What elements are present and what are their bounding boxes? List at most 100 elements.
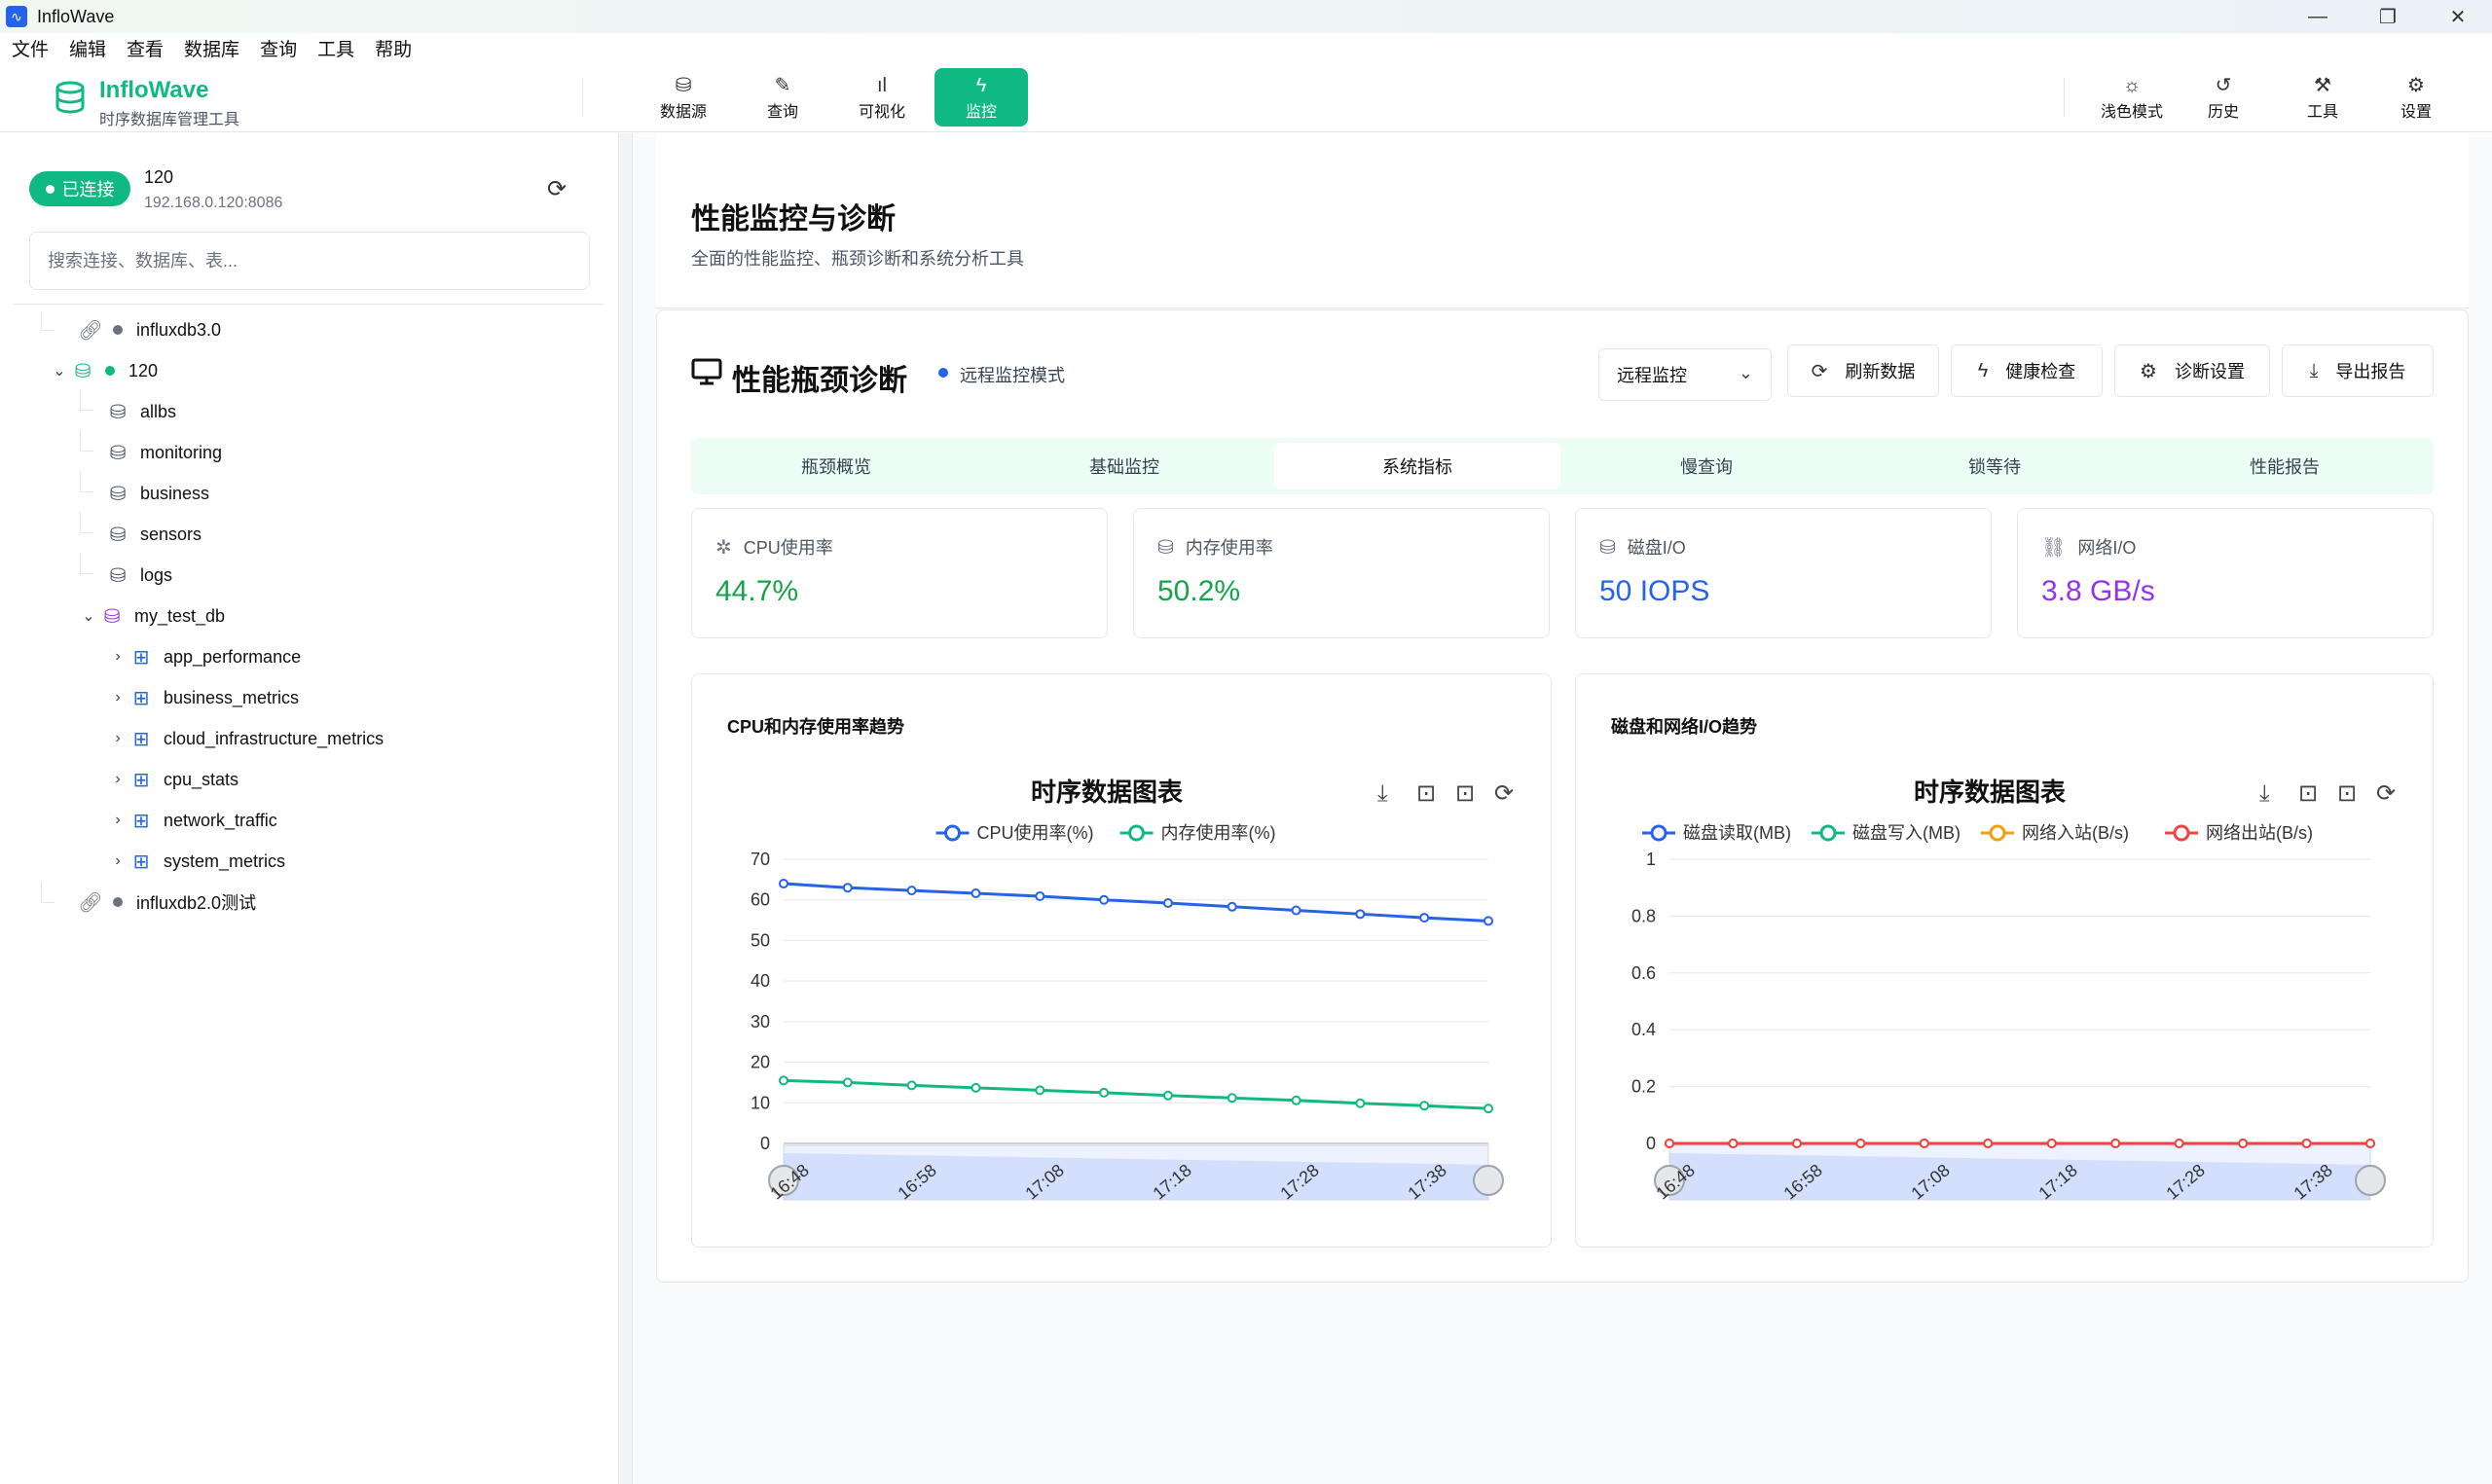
- data-point: [842, 1077, 853, 1088]
- menu-database[interactable]: 数据库: [184, 35, 239, 61]
- tree-label: allbs: [140, 401, 177, 421]
- nav-monitoring[interactable]: ϟ 监控: [934, 68, 1028, 127]
- tree-database[interactable]: ⛁ sensors: [105, 516, 202, 553]
- nav-datasource[interactable]: ⛁ 数据源: [637, 68, 730, 127]
- y-tick-label: 0.8: [1631, 906, 1656, 925]
- chart-title: 时序数据图表: [1914, 778, 2067, 807]
- title-bar: ∿ InfloWave — ❐ ✕: [0, 0, 2492, 33]
- menu-tools[interactable]: 工具: [317, 35, 354, 61]
- data-point: [1484, 1104, 1493, 1114]
- chevron-down-icon[interactable]: ⌄: [78, 606, 99, 626]
- menu-view[interactable]: 查看: [127, 35, 164, 61]
- data-point: [1291, 1095, 1301, 1105]
- tree-database-expanded[interactable]: ⌄ ⛁ my_test_db: [78, 597, 225, 634]
- app-header: InfloWave 时序数据库管理工具 ⛁ 数据源 ✎ 查询 ıl 可视化 ϟ …: [0, 62, 2492, 132]
- tree-database[interactable]: ⛁ logs: [105, 557, 172, 594]
- gear-icon: ⚙: [2407, 75, 2425, 96]
- tree-guide: [41, 882, 55, 903]
- history-button[interactable]: ↺ 历史: [2177, 68, 2270, 127]
- tab-slow-queries[interactable]: 慢查询: [1563, 443, 1850, 489]
- tree-table[interactable]: › ⊞ cpu_stats: [107, 761, 238, 798]
- refresh-data-button[interactable]: ⟳ 刷新数据: [1787, 344, 1939, 397]
- button-label: 刷新数据: [1845, 362, 1916, 381]
- tree-label: sensors: [140, 524, 202, 544]
- menu-file[interactable]: 文件: [12, 35, 49, 61]
- restore-icon: ⟳: [2376, 779, 2396, 807]
- y-tick-label: 20: [751, 1053, 770, 1072]
- menu-query[interactable]: 查询: [260, 35, 297, 61]
- monitor-mode-select[interactable]: 远程监控 ⌄: [1598, 348, 1772, 401]
- chevron-right-icon[interactable]: ›: [107, 689, 128, 706]
- chevron-right-icon[interactable]: ›: [107, 771, 128, 788]
- theme-toggle-button[interactable]: ☼ 浅色模式: [2085, 68, 2179, 127]
- data-point: [779, 1075, 788, 1086]
- tree-label: my_test_db: [134, 605, 226, 626]
- tree-connection-influxdb2[interactable]: 🔗︎ influxdb2.0测试: [56, 884, 256, 921]
- tree-connection-120[interactable]: ⌄ ⛁ 120: [49, 352, 158, 389]
- y-tick-label: 50: [751, 930, 770, 950]
- close-button[interactable]: ✕: [2424, 0, 2492, 33]
- tab-system-metrics[interactable]: 系统指标: [1274, 443, 1560, 489]
- link-icon: 🔗︎: [78, 891, 103, 914]
- connection-status-badge: 已连接: [29, 171, 130, 206]
- tree-label: monitoring: [140, 442, 223, 462]
- tab-lock-waits[interactable]: 锁等待: [1851, 443, 2138, 489]
- legend-marker: [2173, 824, 2190, 842]
- tree-table[interactable]: › ⊞ network_traffic: [107, 802, 277, 839]
- tab-basic-monitoring[interactable]: 基础监控: [981, 443, 1267, 489]
- data-point: [842, 883, 853, 893]
- tree-connection-influxdb3[interactable]: 🔗︎ influxdb3.0: [56, 311, 221, 348]
- history-icon: ↺: [2215, 75, 2232, 96]
- sidebar-resize-handle[interactable]: [619, 133, 633, 1484]
- legend-marker: [1819, 824, 1837, 842]
- tree-guide: [41, 311, 55, 331]
- metric-value: 44.7%: [715, 575, 799, 607]
- tree-database[interactable]: ⛁ allbs: [105, 393, 176, 430]
- link-icon: 🔗︎: [78, 319, 103, 342]
- settings-button[interactable]: ⚙ 设置: [2369, 68, 2463, 127]
- select-value: 远程监控: [1617, 366, 1687, 385]
- series-line: [783, 1078, 1489, 1110]
- chart-title: 时序数据图表: [1031, 778, 1184, 807]
- tools-button[interactable]: ⚒ 工具: [2276, 68, 2369, 127]
- menu-edit[interactable]: 编辑: [69, 35, 106, 61]
- memory-icon: ⛁: [1157, 536, 1174, 559]
- chevron-right-icon[interactable]: ›: [107, 812, 128, 829]
- legend-label: 磁盘读取(MB): [1683, 823, 1791, 843]
- tab-performance-report[interactable]: 性能报告: [2142, 443, 2428, 489]
- tree-table[interactable]: › ⊞ cloud_infrastructure_metrics: [107, 720, 384, 757]
- tree-table[interactable]: › ⊞ business_metrics: [107, 679, 299, 716]
- sidebar-search-input[interactable]: [29, 232, 590, 290]
- tree-guide: [80, 430, 93, 452]
- page-title: 性能监控与诊断: [691, 203, 896, 235]
- tree-database[interactable]: ⛁ business: [105, 475, 209, 512]
- menu-help[interactable]: 帮助: [375, 35, 412, 61]
- legend-label: 磁盘写入(MB): [1852, 823, 1961, 843]
- data-point: [1035, 890, 1045, 901]
- data-point: [906, 1080, 917, 1091]
- refresh-icon[interactable]: ⟳: [547, 175, 567, 203]
- tree-table[interactable]: › ⊞ system_metrics: [107, 843, 285, 880]
- tree-guide: [80, 512, 93, 533]
- tree-label: network_traffic: [164, 810, 277, 830]
- restore-button[interactable]: ❐: [2354, 0, 2422, 33]
- chevron-right-icon[interactable]: ›: [107, 648, 128, 666]
- chevron-right-icon[interactable]: ›: [107, 730, 128, 747]
- chevron-down-icon[interactable]: ⌄: [49, 361, 70, 380]
- minimize-button[interactable]: —: [2284, 0, 2352, 33]
- tree-database[interactable]: ⛁ monitoring: [105, 434, 222, 471]
- nav-query[interactable]: ✎ 查询: [736, 68, 829, 127]
- tab-bottleneck-overview[interactable]: 瓶颈概览: [693, 443, 979, 489]
- zoom-icon: ⊡: [1416, 779, 1436, 807]
- button-label: 诊断设置: [2174, 362, 2245, 381]
- tree-table[interactable]: › ⊞ app_performance: [107, 638, 301, 675]
- nav-visualization[interactable]: ıl 可视化: [835, 68, 929, 127]
- database-icon: ⛁: [74, 360, 92, 382]
- health-check-button[interactable]: ϟ 健康检查: [1951, 344, 2103, 397]
- database-icon: ⛁: [109, 401, 127, 423]
- export-report-button[interactable]: ⤓ 导出报告: [2282, 344, 2434, 397]
- diagnosis-settings-button[interactable]: ⚙ 诊断设置: [2114, 344, 2270, 397]
- chevron-right-icon[interactable]: ›: [107, 852, 128, 870]
- metric-label: 内存使用率: [1185, 538, 1273, 558]
- metric-card-cpu: ✲ CPU使用率 44.7%: [691, 508, 1108, 638]
